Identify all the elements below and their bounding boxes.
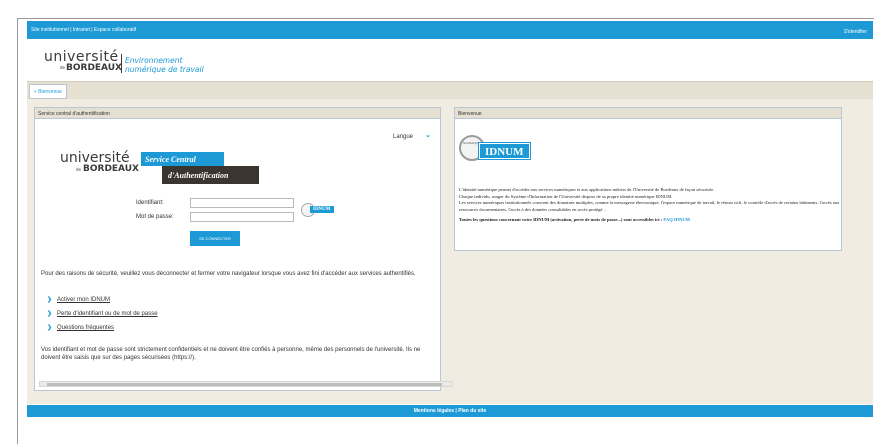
cas-logo-bordeaux-word: BORDEAUX — [83, 164, 139, 174]
language-selector[interactable]: Langue — [393, 134, 413, 140]
identifiant-label: Identifiant: — [136, 200, 164, 206]
env-title-line2: numérique de travail — [125, 65, 204, 74]
identifiant-input[interactable] — [190, 198, 294, 208]
logo-separator — [121, 54, 122, 73]
header-logo-area: université de BORDEAUX Environnement num… — [27, 39, 873, 81]
horizontal-scrollbar[interactable] — [39, 381, 453, 387]
logo-de-word: de — [60, 65, 65, 70]
security-notice: Pour des raisons de sécurité, veuillez v… — [41, 271, 416, 277]
login-link[interactable]: S'identifier — [844, 29, 867, 35]
chevron-right-icon: ❯ — [47, 297, 53, 303]
faq-link[interactable]: Questions fréquentes — [57, 325, 114, 331]
welcome-faq-line: Toutes les questions concernant votre ID… — [459, 217, 841, 224]
faq-intro: Toutes les questions concernant votre ID… — [459, 217, 663, 222]
idnum-badge-label: IDNUM — [310, 206, 334, 213]
top-navigation-bar: Site institutionnel | Intranet | Espace … — [27, 21, 873, 39]
cas-logo-de-word: de — [76, 167, 81, 172]
auth-panel-title: Service central d'authentification — [35, 108, 440, 119]
welcome-panel: Bienvenue NUMERIQUE IDNUM L'identité num… — [454, 107, 842, 251]
institutional-links[interactable]: Site institutionnel | Intranet | Espace … — [31, 27, 136, 33]
welcome-description: L'identité numérique permet d'accéder au… — [459, 187, 841, 224]
faq-idnum-link[interactable]: FAQ IDNUM — [663, 217, 690, 222]
chevron-down-icon[interactable]: ⌄ — [425, 131, 431, 139]
env-title-line1: Environnement — [125, 56, 183, 65]
footer: Mentions légales | Plan du site — [27, 405, 873, 417]
cas-service-label: Service Central — [141, 152, 224, 166]
scrollbar-thumb[interactable] — [47, 383, 442, 386]
logo-bordeaux-word: BORDEAUX — [66, 63, 122, 73]
auth-panel: Service central d'authentification Langu… — [34, 107, 453, 391]
password-input[interactable] — [190, 212, 294, 222]
cas-university-logo: université de BORDEAUX — [60, 150, 150, 176]
idnum-title-badge: IDNUM — [478, 142, 531, 160]
cas-authentication-label: d'Authentification — [162, 166, 259, 184]
welcome-panel-title: Bienvenue — [455, 108, 841, 119]
breadcrumb-bar: « Bienvenue — [27, 81, 873, 99]
confidentiality-warning: Vos identifiant et mot de passe sont str… — [41, 347, 421, 361]
login-button[interactable]: SE CONNECTER — [190, 231, 240, 246]
activate-idnum-link[interactable]: Activer mon IDNUM — [57, 297, 110, 303]
chevron-right-icon: ❯ — [47, 311, 53, 317]
password-label: Mot de passe: — [136, 214, 174, 220]
breadcrumb-welcome[interactable]: « Bienvenue — [29, 84, 67, 99]
lost-credentials-link[interactable]: Perte d'identifiant ou de mot de passe — [57, 311, 158, 317]
welcome-para-3: Les services numériques institutionnels … — [459, 200, 840, 212]
idnum-badge: IDNUM — [301, 203, 351, 217]
chevron-right-icon: ❯ — [47, 325, 53, 331]
footer-links[interactable]: Mentions légales | Plan du site — [414, 408, 487, 414]
